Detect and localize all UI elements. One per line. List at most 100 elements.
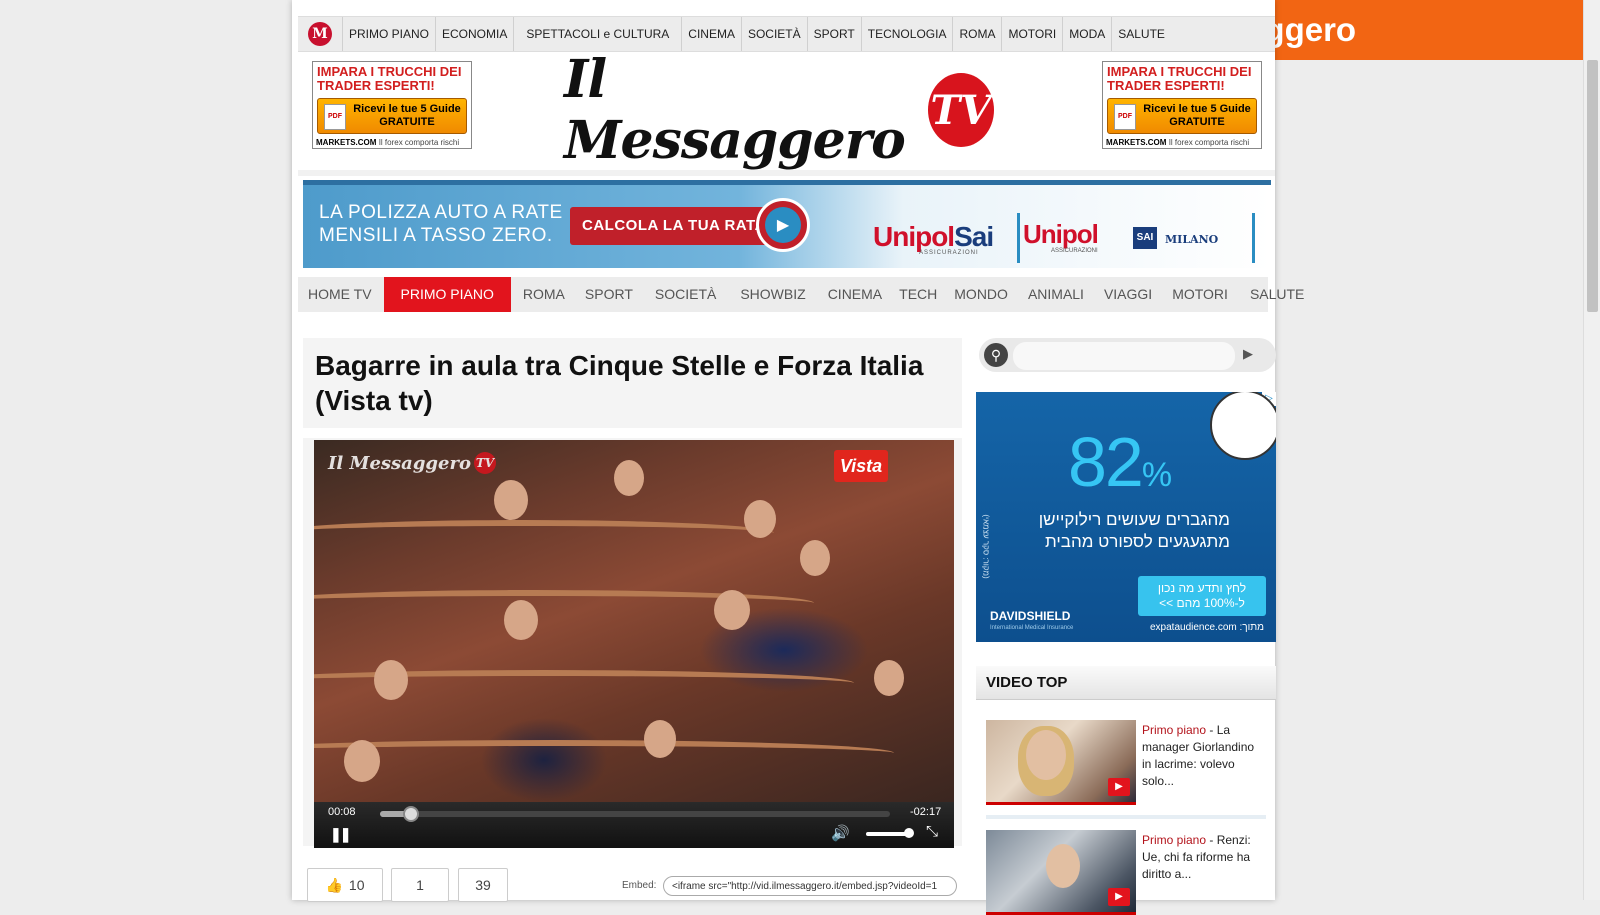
header-divider bbox=[298, 170, 1275, 176]
search-icon[interactable]: ⚲ bbox=[984, 343, 1008, 367]
video-top-text[interactable]: Primo piano - La manager Giorlandino in … bbox=[1142, 722, 1266, 790]
banner-line1: LA POLIZZA AUTO A RATE bbox=[319, 202, 563, 223]
volume-handle[interactable] bbox=[904, 828, 914, 838]
video-top-divider bbox=[986, 815, 1266, 819]
top-nav-motori[interactable]: MOTORI bbox=[1001, 17, 1062, 51]
top-nav-primo-piano[interactable]: PRIMO PIANO bbox=[342, 17, 435, 51]
nav-viaggi[interactable]: VIAGGI bbox=[1094, 277, 1162, 312]
ad-markets-right[interactable]: IMPARA I TRUCCHI DEI TRADER ESPERTI! PDF… bbox=[1102, 61, 1262, 149]
nav-tech[interactable]: TECH bbox=[892, 277, 944, 312]
unipolsai-logo: UnipolSai bbox=[873, 221, 994, 253]
nav-mondo[interactable]: MONDO bbox=[944, 277, 1018, 312]
embed-code-field[interactable]: <iframe src="http://vid.ilmessaggero.it/… bbox=[663, 876, 957, 896]
nav-primo-piano[interactable]: PRIMO PIANO bbox=[383, 277, 511, 312]
brand1a: Unipol bbox=[873, 221, 955, 252]
site-logo[interactable]: Il Messaggero TV bbox=[564, 49, 994, 171]
logo-text: Il Messaggero bbox=[564, 49, 906, 171]
play-icon: ▶ bbox=[1108, 888, 1130, 906]
video-player[interactable]: Il Messaggero TV Vista 00:08 -02:17 ❚❚ 🔊 … bbox=[314, 440, 954, 848]
ad-headline: IMPARA I TRUCCHI DEI TRADER ESPERTI! bbox=[1107, 64, 1252, 93]
video-thumbnail[interactable]: ▶ bbox=[986, 830, 1136, 915]
article-title: Bagarre in aula tra Cinque Stelle e Forz… bbox=[315, 350, 924, 416]
ad-guide-button[interactable]: PDF Ricevi le tue 5 Guide GRATUITE bbox=[1107, 98, 1257, 134]
top-nav-cinema[interactable]: CINEMA bbox=[681, 17, 741, 51]
ad-footer: MARKETS.COM Il forex comporta rischi bbox=[316, 138, 459, 147]
play-icon: ▶ bbox=[1108, 778, 1130, 796]
remaining-time: -02:17 bbox=[910, 806, 942, 818]
messaggero-m-logo-icon[interactable]: M bbox=[308, 22, 332, 46]
video-top-heading: VIDEO TOP bbox=[976, 666, 1276, 700]
ad-vertical-note: (מקור: סקר עצמאי) bbox=[981, 514, 991, 579]
ad-brand-sub: International Medical Insurance bbox=[990, 625, 1074, 631]
nav-sport[interactable]: SPORT bbox=[575, 277, 643, 312]
ad-percent-value: 82 bbox=[1068, 423, 1144, 501]
ad-button-label: Ricevi le tue 5 Guide GRATUITE bbox=[1143, 103, 1251, 128]
pdf-icon: PDF bbox=[324, 104, 346, 130]
search-input[interactable] bbox=[1013, 342, 1235, 370]
volume-icon[interactable]: 🔊 bbox=[831, 824, 850, 842]
ad-markets-left[interactable]: IMPARA I TRUCCHI DEI TRADER ESPERTI! PDF… bbox=[312, 61, 472, 149]
video-frame[interactable] bbox=[314, 440, 954, 802]
top-nav-roma[interactable]: ROMA bbox=[952, 17, 1001, 51]
top-nav-tecnologia[interactable]: TECNOLOGIA bbox=[860, 17, 953, 51]
thumbs-up-icon: 👍 bbox=[325, 876, 343, 893]
nav-cinema[interactable]: CINEMA bbox=[818, 277, 892, 312]
like-count: 10 bbox=[348, 877, 365, 893]
top-nav: M PRIMO PIANO ECONOMIA SPETTACOLI e CULT… bbox=[298, 16, 1275, 52]
video-top-section[interactable]: Primo piano bbox=[1142, 833, 1206, 847]
ad-cta-button[interactable]: לחץ ותדע מה נכון ל-100% מהם >> bbox=[1138, 576, 1266, 616]
unipol-sub: ASSICURAZIONI bbox=[1051, 248, 1098, 254]
comments-button[interactable]: 39 bbox=[458, 868, 508, 902]
ad-percent: 82% bbox=[1068, 422, 1172, 502]
search-submit-icon[interactable]: ▶ bbox=[1243, 346, 1253, 362]
ad-footer-brand: MARKETS.COM bbox=[1106, 138, 1167, 147]
play-arrow-icon[interactable]: ▶ bbox=[756, 198, 810, 252]
seek-handle[interactable] bbox=[402, 806, 419, 822]
ad-guide-button[interactable]: PDF Ricevi le tue 5 Guide GRATUITE bbox=[317, 98, 467, 134]
unipolsai-banner-ad[interactable]: LA POLIZZA AUTO A RATE MENSILI A TASSO Z… bbox=[303, 180, 1271, 268]
share-count: 1 bbox=[416, 877, 424, 893]
nav-roma[interactable]: ROMA bbox=[513, 277, 575, 312]
ad-button-label: Ricevi le tue 5 Guide GRATUITE bbox=[353, 103, 461, 128]
ad-cta-line2: ל-100% מהם >> bbox=[1159, 596, 1245, 610]
top-nav-moda[interactable]: MODA bbox=[1062, 17, 1111, 51]
top-nav-societa[interactable]: SOCIETÀ bbox=[740, 17, 807, 51]
fullscreen-icon[interactable]: ⤡ bbox=[926, 823, 938, 840]
scrollbar-thumb[interactable] bbox=[1587, 60, 1598, 312]
top-nav-economia[interactable]: ECONOMIA bbox=[435, 17, 513, 51]
banner-line2: MENSILI A TASSO ZERO. bbox=[319, 225, 553, 246]
davidshield-ad[interactable]: ▷ 82% מהגברים שעושים רילוקיישן מתגעגעים … bbox=[976, 392, 1276, 642]
top-nav-spettacoli[interactable]: SPETTACOLI e CULTURA bbox=[513, 17, 681, 51]
video-top-section[interactable]: Primo piano bbox=[1142, 723, 1206, 737]
search-bar: ⚲ ▶ bbox=[979, 338, 1276, 372]
nav-home-tv[interactable]: HOME TV bbox=[298, 277, 382, 312]
ad-percent-sign: % bbox=[1141, 456, 1172, 494]
nav-motori[interactable]: MOTORI bbox=[1162, 277, 1238, 312]
ad-footer: MARKETS.COM Il forex comporta rischi bbox=[1106, 138, 1249, 147]
video-top-text[interactable]: Primo piano - Renzi: Ue, chi fa riforme … bbox=[1142, 832, 1266, 883]
ad-footer-brand: MARKETS.COM bbox=[316, 138, 377, 147]
share-button[interactable]: 1 bbox=[391, 868, 449, 902]
video-controls: 00:08 -02:17 ❚❚ 🔊 ⤡ bbox=[314, 802, 954, 848]
top-nav-sport[interactable]: SPORT bbox=[806, 17, 861, 51]
comments-count: 39 bbox=[475, 877, 491, 893]
nav-salute[interactable]: SALUTE bbox=[1238, 277, 1316, 312]
seek-bar[interactable] bbox=[380, 806, 890, 822]
elapsed-time: 00:08 bbox=[328, 806, 356, 818]
ad-footer-note: Il forex comporta rischi bbox=[378, 138, 460, 147]
top-nav-salute[interactable]: SALUTE bbox=[1111, 17, 1171, 51]
banner-text: LA POLIZZA AUTO A RATE MENSILI A TASSO Z… bbox=[319, 201, 563, 247]
nav-showbiz[interactable]: SHOWBIZ bbox=[728, 277, 817, 312]
pause-icon[interactable]: ❚❚ bbox=[330, 826, 352, 843]
milano-logo: MILANO bbox=[1165, 233, 1219, 246]
nav-animali[interactable]: ANIMALI bbox=[1018, 277, 1094, 312]
unipolsai-sub: ASSICURAZIONI bbox=[919, 250, 979, 256]
like-button[interactable]: 👍 10 bbox=[307, 868, 383, 902]
watermark-tv: TV bbox=[473, 452, 496, 474]
brand1b: Sai bbox=[954, 221, 994, 252]
ad-text-line1: מהגברים שעושים רילוקיישן bbox=[1038, 510, 1230, 529]
page-scrollbar[interactable] bbox=[1583, 0, 1600, 900]
video-player-wrapper: Il Messaggero TV Vista 00:08 -02:17 ❚❚ 🔊 … bbox=[303, 438, 962, 848]
video-thumbnail[interactable]: ▶ bbox=[986, 720, 1136, 805]
nav-societa[interactable]: SOCIETÀ bbox=[643, 277, 728, 312]
